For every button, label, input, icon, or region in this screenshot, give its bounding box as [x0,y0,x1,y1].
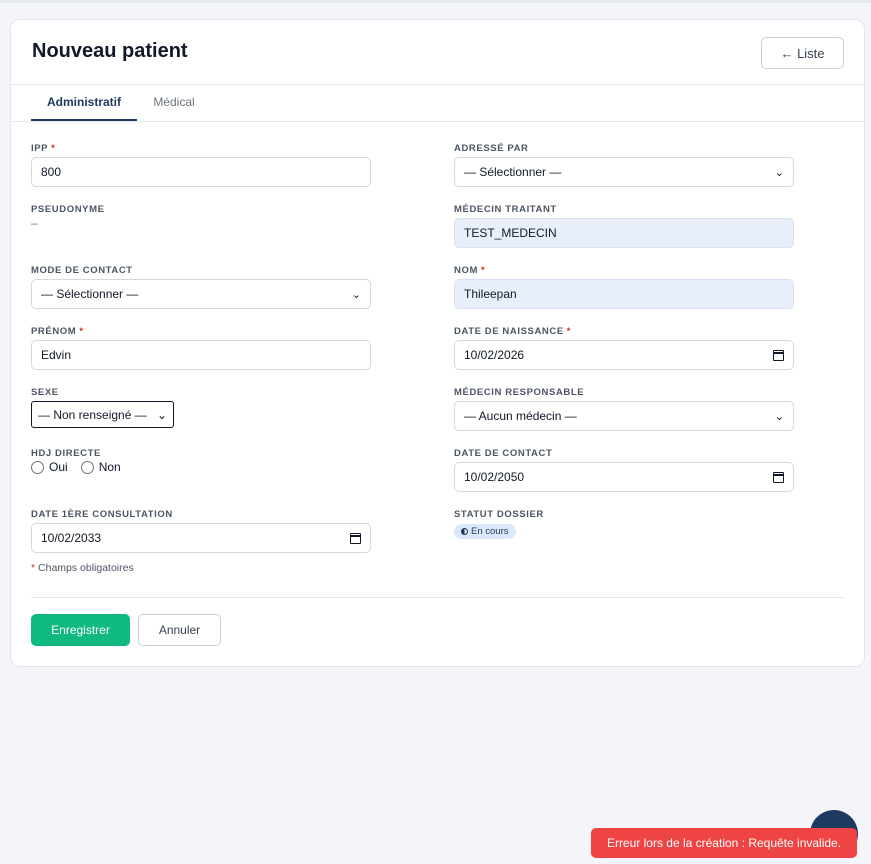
radio-oui[interactable] [31,460,44,474]
adresse-par-select[interactable]: — Sélectionner — ⌄ [454,157,794,187]
date-contact-label: Date de contact [454,448,553,459]
ipp-label: IPP * [31,143,56,154]
status-badge: En cours [454,524,516,539]
hdj-oui-option[interactable]: Oui [31,460,68,474]
nom-input[interactable]: Thileepan [454,279,794,309]
date-consultation-label: Date 1ère consultation [31,509,173,520]
chevron-down-icon: ⌄ [774,166,784,179]
patient-form-card: Nouveau patient ← Liste Administratif Mé… [10,19,865,667]
radio-non[interactable] [80,460,94,474]
chevron-down-icon: ⌄ [156,407,167,422]
save-button[interactable]: Enregistrer [31,614,130,646]
medecin-traitant-input[interactable]: TEST_MEDECIN [454,218,794,248]
tab-bar: Administratif Médical [11,85,864,122]
prenom-input[interactable]: Edvin [31,340,371,370]
pseudonyme-value: – [31,216,38,230]
medecin-responsable-label: Médecin responsable [454,387,585,398]
mode-contact-label: Mode de contact [31,265,133,276]
chevron-down-icon: ⌄ [774,410,784,423]
calendar-icon[interactable] [350,532,361,544]
tab-medical[interactable]: Médical [141,85,207,121]
sexe-select[interactable]: — Non renseigné — ⌄ [31,401,174,428]
top-bar-edge [0,0,871,3]
pseudonyme-label: Pseudonyme [31,204,105,215]
hdj-directe-radio-group: Oui Non [31,460,134,474]
page-title: Nouveau patient [32,40,188,62]
date-naissance-label: Date de naissance * [454,326,572,337]
calendar-icon[interactable] [773,471,784,483]
tab-administratif[interactable]: Administratif [31,85,137,121]
card-header: Nouveau patient ← Liste [11,20,864,85]
cancel-button[interactable]: Annuler [138,614,221,646]
back-to-list-button[interactable]: ← Liste [761,37,844,69]
hdj-directe-label: HDJ directe [31,448,101,459]
date-naissance-input[interactable]: 10/02/2026 [454,340,794,370]
error-toast: Erreur lors de la création : Requête inv… [591,828,857,858]
required-fields-note: * Champs obligatoires [31,562,134,574]
ipp-input[interactable]: 800 [31,157,371,187]
chevron-down-icon: ⌄ [351,288,361,301]
nom-label: Nom * [454,265,486,276]
mode-contact-select[interactable]: — Sélectionner — ⌄ [31,279,371,309]
hdj-non-option[interactable]: Non [80,460,121,474]
sexe-label: Sexe [31,387,59,398]
prenom-label: Prénom * [31,326,84,337]
medecin-responsable-select[interactable]: — Aucun médecin — ⌄ [454,401,794,431]
half-circle-icon [461,528,468,535]
date-consultation-input[interactable]: 10/02/2033 [31,523,371,553]
calendar-icon[interactable] [773,349,784,361]
date-contact-input[interactable]: 10/02/2050 [454,462,794,492]
form-divider [31,597,844,598]
adresse-par-label: Adressé par [454,143,529,154]
medecin-traitant-label: Médecin traitant [454,204,557,215]
statut-dossier-label: Statut dossier [454,509,544,520]
